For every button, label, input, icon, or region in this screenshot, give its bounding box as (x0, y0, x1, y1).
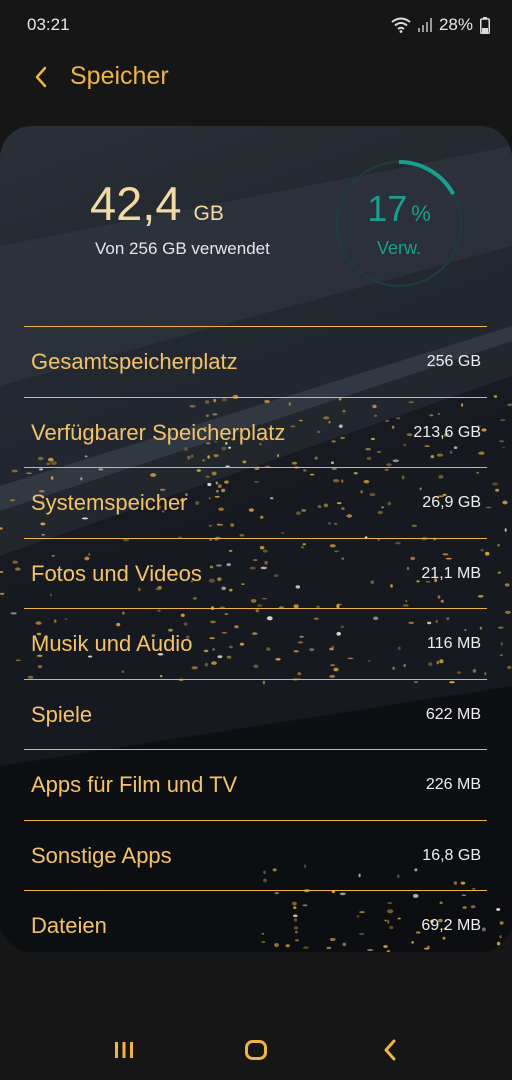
storage-row-music-audio[interactable]: Musik und Audio 116 MB (24, 608, 487, 679)
used-unit: GB (193, 202, 224, 225)
row-value: 69,2 MB (421, 917, 481, 934)
row-value: 21,1 MB (421, 564, 481, 582)
recents-icon (115, 1042, 133, 1058)
used-value: 42,4 (90, 177, 182, 230)
usage-percent-sign: % (411, 201, 431, 226)
gold-dot (492, 482, 499, 486)
storage-row-system[interactable]: Systemspeicher 26,9 GB (24, 467, 487, 538)
gold-dot (493, 395, 498, 398)
gold-dot (499, 440, 504, 443)
gold-dot (11, 469, 18, 473)
row-label: Verfügbarer Speicherplatz (31, 419, 286, 445)
nav-back-button[interactable] (360, 1020, 420, 1080)
gold-dot (507, 665, 512, 669)
row-label: Musik und Audio (31, 631, 193, 656)
row-value: 226 MB (425, 776, 481, 793)
row-label: Apps für Film und TV (31, 772, 238, 797)
status-time: 03:21 (27, 15, 70, 34)
storage-row-other-apps[interactable]: Sonstige Apps 16,8 GB (24, 819, 487, 891)
storage-card: 42,4 GB Von 256 GB verwendet 17% Verw. G… (0, 126, 512, 952)
gold-dot (0, 592, 5, 595)
storage-row-available[interactable]: Verfügbarer Speicherplatz 213,6 GB (24, 396, 487, 468)
storage-row-total[interactable]: Gesamtspeicherplatz 256 GB (24, 326, 487, 397)
gold-dot (12, 560, 18, 564)
home-icon (245, 1040, 267, 1060)
recents-button[interactable] (94, 1020, 154, 1080)
row-value: 16,8 GB (422, 846, 481, 864)
usage-percent: 17% (333, 188, 465, 230)
status-icons: 28% (391, 15, 490, 35)
storage-row-games[interactable]: Spiele 622 MB (24, 678, 487, 750)
gold-dot (14, 567, 21, 571)
chevron-left-icon (35, 66, 47, 88)
row-value: 26,9 GB (422, 494, 481, 511)
storage-list: Gesamtspeicherplatz 256 GB Verfügbarer S… (24, 326, 487, 952)
usage-gauge-text: 17% Verw. (333, 158, 465, 290)
used-caption: Von 256 GB verwendet (95, 239, 270, 258)
row-label: Gesamtspeicherplatz (31, 349, 238, 374)
gold-dot (497, 626, 504, 629)
gold-dot (9, 499, 16, 502)
storage-row-film-tv-apps[interactable]: Apps für Film und TV 226 MB (24, 749, 487, 820)
app-header: Speicher (0, 50, 512, 106)
row-label: Sonstige Apps (31, 842, 172, 868)
storage-row-files[interactable]: Dateien 69,2 MB (24, 890, 487, 952)
gold-dot (496, 941, 501, 946)
row-label: Systemspeicher (31, 490, 188, 515)
gold-dot (504, 610, 511, 614)
gold-dot (504, 528, 507, 532)
usage-percent-value: 17 (367, 188, 408, 229)
row-label: Spiele (31, 701, 93, 727)
gold-dot (500, 419, 506, 421)
wifi-icon (391, 17, 411, 33)
gold-dot (504, 583, 510, 587)
gold-dot (497, 543, 500, 547)
gold-dot (10, 612, 17, 615)
battery-icon (480, 16, 490, 34)
back-icon (384, 1039, 396, 1061)
row-value: 213,6 GB (413, 423, 481, 441)
gold-dot (499, 935, 502, 939)
row-value: 256 GB (426, 353, 481, 370)
row-label: Dateien (31, 913, 107, 938)
used-summary: 42,4 GB (90, 176, 224, 231)
row-value: 116 MB (427, 635, 481, 652)
gold-dot (495, 488, 500, 492)
signal-icon (417, 17, 432, 33)
gold-dot (500, 642, 503, 646)
gold-dot (0, 570, 4, 574)
gold-dot (497, 571, 501, 574)
row-label: Fotos und Videos (31, 560, 202, 586)
gold-dot (499, 921, 504, 925)
storage-row-photos-videos[interactable]: Fotos und Videos 21,1 MB (24, 537, 487, 609)
gold-dot (502, 446, 505, 449)
battery-percent: 28% (438, 15, 473, 34)
page-title: Speicher (70, 62, 169, 90)
status-bar: 03:21 28% (0, 0, 512, 50)
navigation-bar (0, 1020, 512, 1080)
row-value: 622 MB (425, 705, 481, 723)
gold-dot (15, 659, 21, 662)
gold-dot (496, 908, 501, 911)
usage-label: Verw. (376, 238, 422, 258)
gold-dot (502, 500, 508, 505)
gold-dot (499, 654, 503, 657)
home-button[interactable] (226, 1020, 286, 1080)
back-button[interactable] (28, 62, 54, 92)
